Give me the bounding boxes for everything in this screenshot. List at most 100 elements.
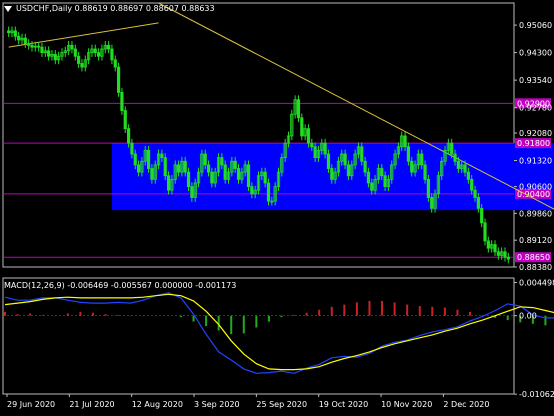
candle-body	[136, 164, 141, 173]
candle-body	[7, 30, 11, 34]
candle-body	[133, 153, 137, 166]
macd-histogram-bar	[29, 313, 32, 316]
symbol-header: USDCHF,Daily 0.88619 0.88697 0.88607 0.8…	[16, 4, 215, 13]
macd-histogram-bar	[506, 315, 509, 321]
candle-body	[113, 59, 117, 68]
candle-body	[423, 164, 427, 180]
candle-body	[70, 44, 74, 50]
candle-body	[426, 178, 430, 198]
candle-body	[233, 160, 237, 169]
macd-histogram-bar	[280, 315, 283, 318]
date-tick-label: 29 Jun 2020	[7, 400, 55, 409]
price-tick-label: 0.94300	[519, 49, 552, 58]
candle-body	[13, 30, 17, 37]
date-tick-label: 3 Sep 2020	[194, 400, 240, 409]
candle-body	[406, 146, 411, 162]
macd-histogram-bar	[179, 315, 182, 318]
price-pane-frame	[2, 2, 515, 268]
price-tick-label: 0.92780	[519, 104, 552, 113]
macd-tick-label: 0.00	[519, 312, 537, 321]
candle-body	[466, 171, 470, 180]
candle-body	[236, 168, 241, 180]
macd-histogram-bar	[142, 315, 145, 317]
candle-body	[106, 44, 111, 50]
macd-histogram-bar	[16, 314, 19, 316]
candle-body	[343, 153, 347, 166]
candle-body	[456, 160, 460, 169]
candle-body	[30, 44, 34, 48]
price-tick-label: 0.93540	[519, 76, 552, 85]
macd-histogram-bar	[117, 314, 120, 316]
date-tick-label: 2 Dec 2020	[443, 400, 489, 409]
macd-histogram-bar	[79, 311, 82, 316]
chart-window: 0.92900 0.91800 0.90400 0.88650 0.95060 0.943…	[0, 0, 554, 412]
candle-body	[116, 66, 121, 93]
macd-histogram-bar	[66, 313, 69, 316]
candle-body	[130, 142, 134, 155]
dropdown-triangle-icon[interactable]	[4, 6, 12, 12]
macd-histogram-bar	[318, 309, 321, 316]
date-tick-label: 19 Oct 2020	[319, 400, 368, 409]
price-tick-label: 0.95060	[519, 21, 552, 30]
candle-body	[126, 128, 131, 144]
price-tick-label: 0.88380	[519, 263, 552, 272]
price-chart: 0.929000.918000.904000.886500.950600.943…	[2, 2, 554, 409]
candle-body	[40, 46, 44, 54]
price-tick-label: 0.89120	[519, 236, 552, 245]
candle-body	[123, 110, 127, 130]
candle-body	[330, 168, 334, 180]
candle-body	[366, 171, 371, 184]
symbol-label: USDCHF,Daily	[16, 4, 73, 13]
macd-histogram-bar	[4, 311, 6, 316]
candle-body	[453, 153, 457, 162]
candle-body	[120, 92, 124, 111]
candle-body	[486, 240, 490, 249]
candle-body	[506, 256, 510, 260]
macd-histogram-bar	[230, 315, 233, 335]
candle-body	[300, 117, 304, 137]
macd-histogram-bar	[293, 314, 296, 316]
candle-body	[53, 54, 57, 61]
macd-histogram-bar	[154, 315, 157, 317]
macd-histogram-bar	[167, 315, 170, 317]
date-tick-label: 25 Sep 2020	[256, 400, 307, 409]
macd-line	[4, 292, 554, 374]
candle-body	[370, 182, 374, 191]
macd-histogram-bar	[368, 300, 371, 316]
candle-body	[503, 251, 507, 258]
candle-body	[77, 55, 81, 64]
macd-histogram-bar	[41, 314, 44, 316]
macd-histogram-bar	[330, 306, 333, 316]
candle-body	[480, 207, 484, 224]
macd-histogram-bar	[104, 314, 107, 316]
candle-body	[463, 164, 467, 173]
candle-body	[266, 182, 271, 202]
ohlc-readout: 0.88619 0.88697 0.88607 0.88633	[74, 4, 215, 13]
macd-histogram-bar	[418, 306, 421, 316]
macd-histogram-bar	[343, 304, 346, 316]
candle-body	[160, 153, 164, 159]
candle-body	[23, 37, 27, 44]
trendline	[8, 22, 159, 48]
candle-body	[410, 160, 414, 173]
level-label: 0.91800	[517, 139, 550, 148]
candle-body	[146, 149, 151, 169]
candle-body	[203, 153, 207, 166]
candle-body	[310, 142, 314, 148]
macd-histogram-bar	[305, 312, 308, 316]
candle-body	[183, 160, 187, 173]
candle-body	[403, 135, 407, 148]
price-tick-label: 0.89860	[519, 209, 552, 218]
candle-body	[496, 251, 500, 256]
price-tick-label: 0.90600	[519, 183, 552, 192]
macd-histogram-bar	[469, 311, 472, 316]
candle-body	[163, 157, 167, 177]
candle-body	[473, 189, 477, 198]
candle-body	[250, 186, 254, 195]
macd-signal-line	[4, 293, 554, 371]
price-tick-label: 0.91320	[519, 157, 552, 166]
candle-body	[47, 50, 51, 57]
macd-histogram-bar	[54, 315, 57, 317]
candle-body	[493, 244, 497, 253]
macd-label: MACD(12,26,9) -0.006469 -0.005567 0.0000…	[4, 281, 237, 290]
